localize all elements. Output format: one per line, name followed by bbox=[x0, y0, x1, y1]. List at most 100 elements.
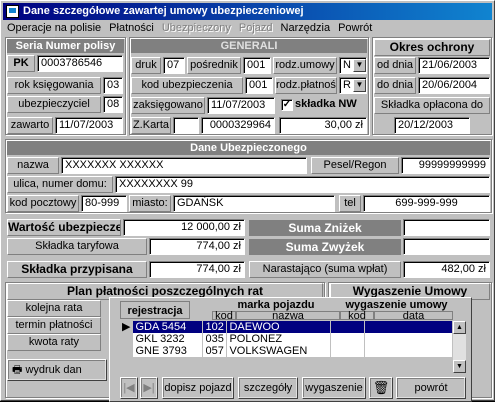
pesel-label: Pesel/Regon bbox=[311, 157, 399, 174]
rok-label: rok księgowania bbox=[7, 77, 101, 94]
vehicles-table: ▶ GDA 5454 102 DAEWOO GKL 3232 035 POLON… bbox=[120, 321, 453, 357]
scroll-down-icon[interactable]: ▼ bbox=[453, 360, 466, 373]
ulica-field[interactable]: XXXXXXXX 99 bbox=[115, 176, 490, 193]
posrednik-label: pośrednik bbox=[187, 57, 241, 74]
table-row[interactable]: GNE 3793 057 VOLKSWAGEN bbox=[120, 345, 453, 357]
vehicles-panel: rejestracja marka pojazdu kod nazwa wyga… bbox=[109, 297, 472, 402]
table-row[interactable]: GKL 3232 035 POLONEZ bbox=[120, 333, 453, 345]
rodz-umowy-label: rodz.umowy bbox=[273, 57, 337, 74]
kod-pocztowy-label: kod pocztowy bbox=[7, 195, 79, 212]
tel-field[interactable]: 699-999-999 bbox=[363, 195, 490, 212]
next-record-icon[interactable]: ▶| bbox=[140, 377, 158, 399]
posrednik-field[interactable]: 001 bbox=[243, 57, 271, 74]
znizek-field[interactable] bbox=[403, 219, 490, 236]
skladka-nw-checkbox[interactable]: ✓ bbox=[281, 99, 293, 111]
kod-pocztowy-field[interactable]: 80-999 bbox=[81, 195, 127, 212]
taryfowa-label: Składka taryfowa bbox=[7, 238, 147, 255]
cell-rej: GKL 3232 bbox=[132, 333, 204, 345]
kolejna-rata-label: kolejna rata bbox=[7, 300, 101, 317]
taryfowa-field[interactable]: 774,00 zł bbox=[149, 238, 245, 255]
zaksiegowano-field[interactable]: 11/07/2003 bbox=[207, 97, 275, 114]
cell-wkod bbox=[330, 321, 366, 333]
wygaszenie-button[interactable]: wygaszenie bbox=[302, 377, 366, 399]
skladka-nw-label: składka NW bbox=[295, 97, 367, 114]
okres-header: Okres ochrony bbox=[374, 39, 490, 56]
znizek-label: Suma Zniżek bbox=[249, 220, 401, 236]
col-wygaszenie[interactable]: wygaszenie umowy bbox=[340, 300, 453, 311]
nazwa-label: nazwa bbox=[7, 157, 59, 174]
druk-field[interactable]: 07 bbox=[163, 57, 185, 74]
cell-nazwa: DAEWOO bbox=[226, 321, 332, 333]
narastajaco-field[interactable]: 482,00 zł bbox=[403, 261, 490, 278]
oplacona-label: Składka opłacona do bbox=[374, 97, 490, 114]
zawarto-field[interactable]: 11/07/2003 bbox=[55, 117, 123, 134]
miasto-field[interactable]: GDAŃSK bbox=[173, 195, 335, 212]
col-data[interactable]: data bbox=[374, 311, 453, 322]
col-rejestracja[interactable]: rejestracja bbox=[120, 301, 190, 319]
zkarta-field[interactable]: 0000329964 bbox=[201, 117, 275, 134]
menu-ubezpieczony[interactable]: Ubezpieczony bbox=[158, 20, 235, 36]
vehicles-scrollbar[interactable]: ▲ ▼ bbox=[453, 321, 466, 373]
kwota-raty-label: kwota raty bbox=[7, 334, 101, 351]
cell-wkod bbox=[330, 345, 366, 357]
cell-data bbox=[364, 333, 453, 345]
do-field[interactable]: 20/06/2004 bbox=[418, 77, 490, 94]
cell-nazwa: POLONEZ bbox=[226, 333, 332, 345]
general-header: GENERALI bbox=[131, 39, 367, 53]
ubezpieczony-header: Dane Ubezpieczonego bbox=[7, 141, 490, 155]
dopisz-pojazd-button[interactable]: dopisz pojazd bbox=[162, 377, 234, 399]
policy-number-field[interactable]: 0003786546 bbox=[37, 55, 123, 72]
trash-icon[interactable]: 🗑 bbox=[369, 377, 393, 399]
zaksiegowano-label: zaksięgowano bbox=[131, 97, 205, 114]
od-label: od dnia bbox=[374, 57, 416, 74]
wydruk-label: wydruk dan bbox=[25, 364, 82, 376]
table-row[interactable]: ▶ GDA 5454 102 DAEWOO bbox=[120, 321, 453, 333]
cell-rej: GNE 3793 bbox=[132, 345, 204, 357]
przypisana-label: Składka przypisana bbox=[7, 261, 147, 278]
ulica-masked: XXXXXXXX bbox=[119, 178, 178, 190]
col-marka[interactable]: marka pojazdu bbox=[212, 300, 340, 311]
zkarta-label: Z.Karta bbox=[131, 117, 171, 134]
scroll-up-icon[interactable]: ▲ bbox=[453, 321, 466, 334]
zkarta-prefix-field[interactable] bbox=[173, 117, 199, 134]
ulica-number: 99 bbox=[180, 178, 194, 190]
zawarto-label: zawarto bbox=[7, 117, 53, 134]
menu-pojazd[interactable]: Pojazd bbox=[235, 20, 277, 36]
miasto-label: miasto: bbox=[129, 195, 171, 212]
col-nazwa[interactable]: nazwa bbox=[236, 311, 340, 322]
ulica-label: ulica, numer domu: bbox=[7, 176, 113, 193]
printer-icon: 🖶 bbox=[12, 364, 23, 376]
cell-rej: GDA 5454 bbox=[132, 321, 204, 333]
od-field[interactable]: 21/06/2003 bbox=[418, 57, 490, 74]
col-wkod[interactable]: kod bbox=[340, 311, 374, 322]
szczegoly-button[interactable]: szczegóły bbox=[238, 377, 298, 399]
main-window: Dane szczegółowe zawartej umowy ubezpiec… bbox=[0, 0, 495, 402]
menu-operacje[interactable]: Operacje na polisie bbox=[3, 20, 105, 36]
zwyzek-field[interactable] bbox=[403, 238, 490, 255]
wartosc-field[interactable]: 12 000,00 zł bbox=[123, 219, 245, 236]
nazwa-field[interactable]: XXXXXXX XXXXXX bbox=[61, 157, 307, 174]
do-label: do dnia bbox=[374, 77, 416, 94]
title-bar[interactable]: Dane szczegółowe zawartej umowy ubezpiec… bbox=[3, 3, 492, 20]
oplacona-field[interactable]: 20/12/2003 bbox=[394, 117, 470, 134]
menu-platnosci[interactable]: Płatności bbox=[105, 20, 158, 36]
powrot-button[interactable]: powrót bbox=[396, 377, 466, 399]
first-record-icon[interactable]: |◀ bbox=[120, 377, 138, 399]
menu-narzedzia[interactable]: Narzędzia bbox=[277, 20, 335, 36]
przypisana-field[interactable]: 774,00 zł bbox=[149, 261, 245, 278]
kod-ubezp-field[interactable]: 001 bbox=[245, 77, 273, 94]
ubezpieczyciel-field[interactable]: 08 bbox=[103, 96, 123, 113]
kwota-nw-field[interactable]: 30,00 zł bbox=[279, 117, 367, 134]
chevron-down-icon[interactable]: ▼ bbox=[353, 59, 366, 72]
chevron-down-icon[interactable]: ▼ bbox=[353, 79, 366, 92]
col-kod[interactable]: kod bbox=[212, 311, 236, 322]
rok-field[interactable]: 03 bbox=[103, 77, 123, 94]
cell-kod: 102 bbox=[202, 321, 228, 333]
pesel-field[interactable]: 99999999999 bbox=[401, 157, 490, 174]
menu-bar: Operacje na polisie Płatności Ubezpieczony… bbox=[3, 20, 492, 36]
druk-label: druk bbox=[131, 57, 161, 74]
wydruk-button[interactable]: 🖶 wydruk dan bbox=[7, 359, 107, 381]
policy-header: Seria Numer polisy bbox=[7, 39, 124, 53]
cell-kod: 035 bbox=[202, 333, 228, 345]
menu-powrot[interactable]: Powrót bbox=[334, 20, 376, 36]
